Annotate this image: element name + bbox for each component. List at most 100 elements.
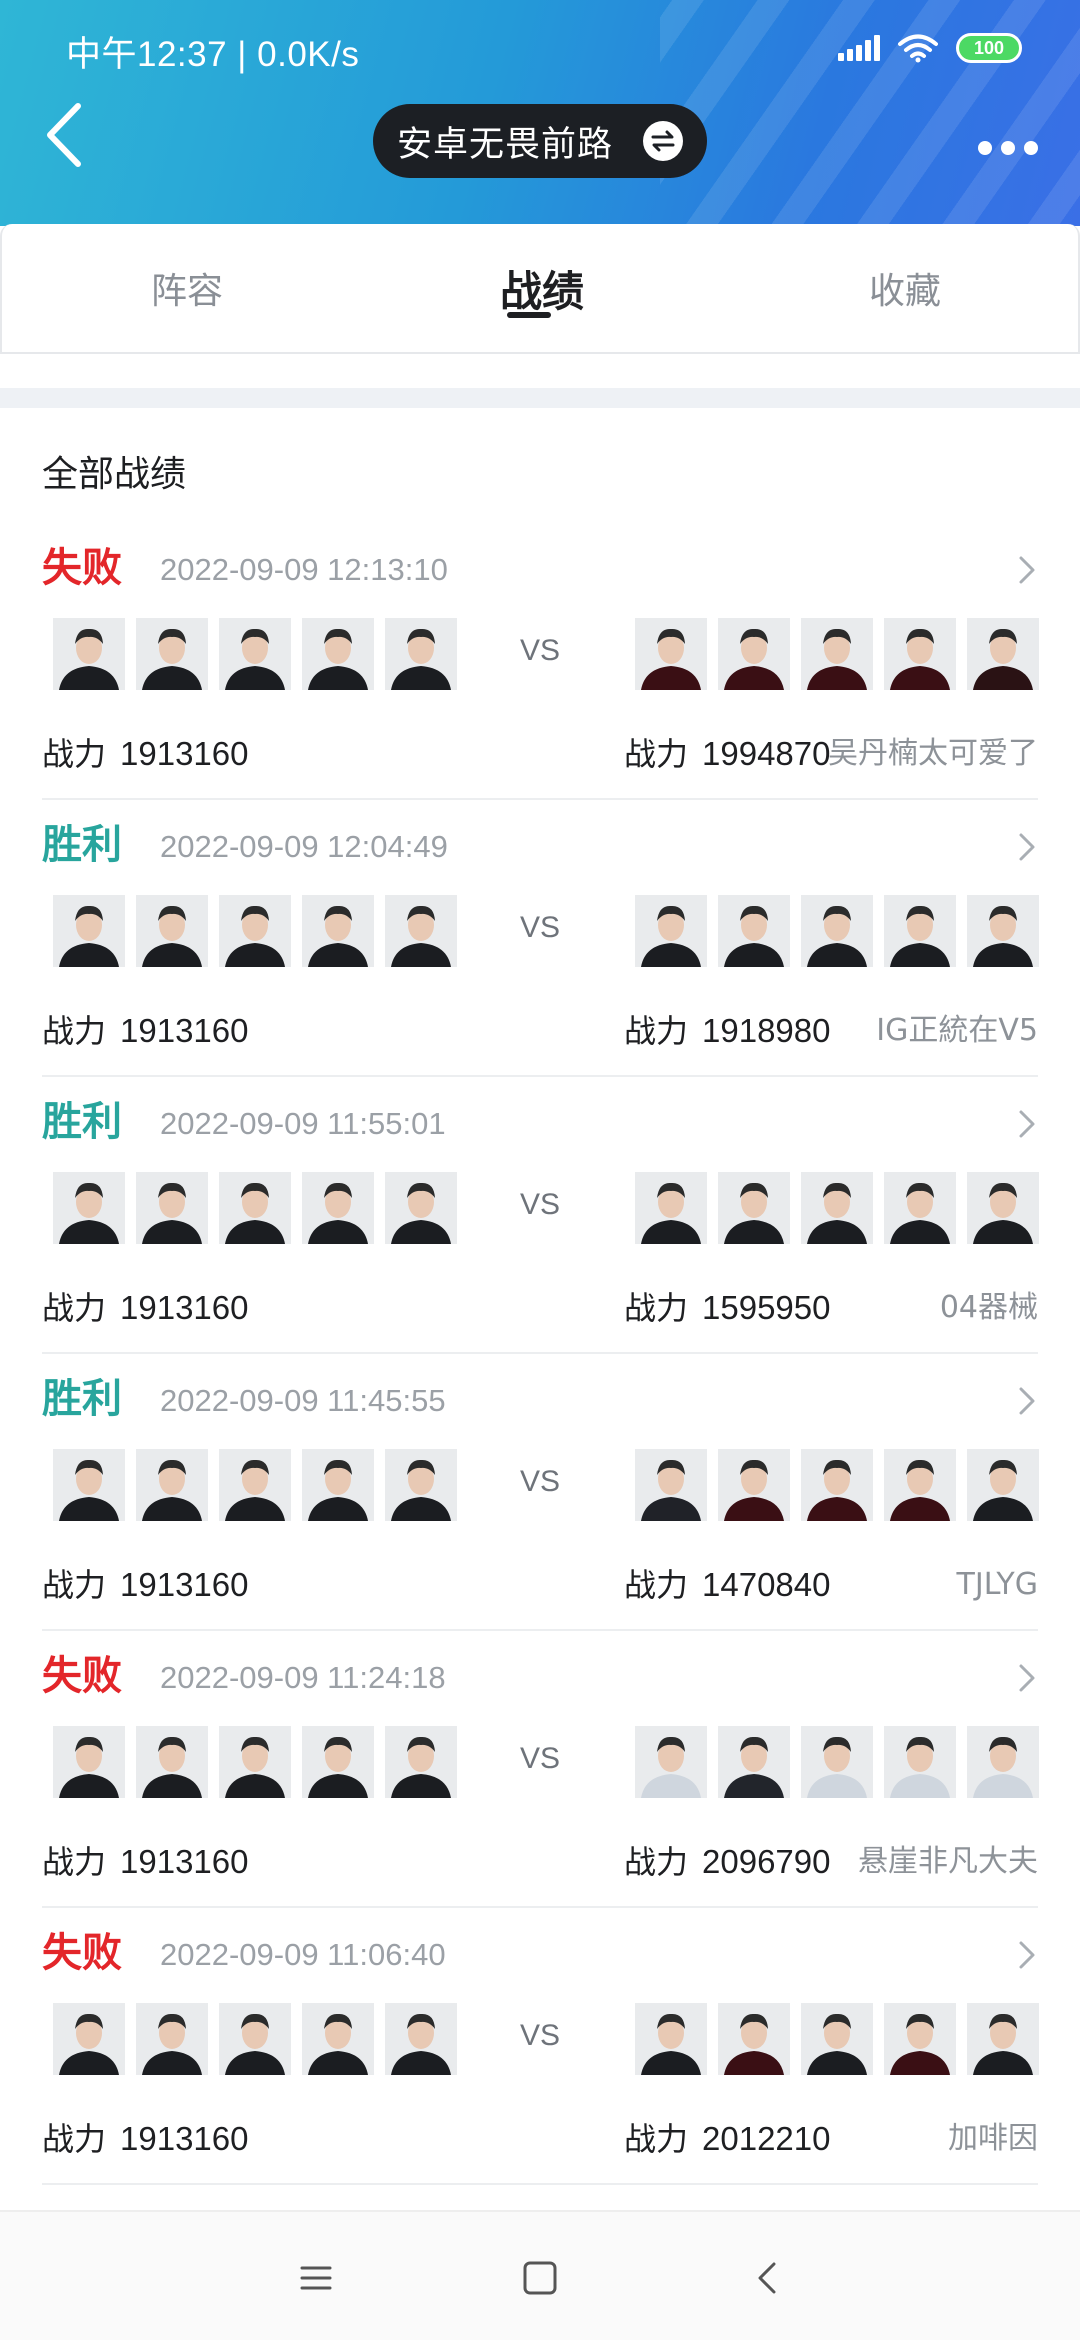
chevron-right-icon[interactable] [1016, 1108, 1038, 1140]
player-avatar [219, 895, 291, 967]
row-divider [42, 1075, 1038, 1077]
opponent-team-avatars [635, 895, 1039, 967]
match-result: 胜利 [42, 1099, 122, 1145]
tab-lineup[interactable]: 阵容 [62, 224, 312, 352]
opponent-name: 加啡因 [948, 2121, 1038, 2156]
match-result: 失败 [42, 1653, 122, 1699]
power-label: 战力 [42, 735, 107, 773]
app-header: 中午12:37 | 0.0K/s 100 安卓无畏前路 [0, 0, 1080, 226]
match-result: 失败 [42, 545, 122, 591]
back-icon[interactable] [748, 2258, 788, 2298]
power-label: 战力 [42, 1289, 107, 1327]
player-avatar [884, 1172, 956, 1244]
match-result: 失败 [42, 1930, 122, 1976]
row-divider [42, 1352, 1038, 1354]
match-row[interactable]: 失败 2022-09-09 11:06:40 VS 战力 1913160 战力 … [0, 1925, 1080, 2202]
player-avatar [718, 895, 790, 967]
power-label: 战力 [624, 2120, 689, 2158]
match-row[interactable]: 失败 2022-09-09 11:24:18 VS 战力 1913160 战力 … [0, 1648, 1080, 1925]
player-avatar [967, 895, 1039, 967]
vs-label: VS [520, 1742, 561, 1775]
my-power-value: 1913160 [120, 1289, 249, 1326]
player-avatar [302, 2003, 374, 2075]
opponent-power-value: 1595950 [702, 1289, 831, 1326]
more-menu-icon[interactable] [978, 140, 1038, 156]
player-avatar [801, 618, 873, 690]
player-avatar [53, 1449, 125, 1521]
match-datetime: 2022-09-09 12:04:49 [160, 829, 448, 864]
player-avatar [219, 2003, 291, 2075]
match-row[interactable]: 胜利 2022-09-09 11:45:55 VS 战力 1913160 战力 … [0, 1371, 1080, 1648]
match-datetime: 2022-09-09 11:45:55 [160, 1383, 446, 1418]
player-avatar [635, 2003, 707, 2075]
opponent-power: 战力 1595950 [624, 1286, 831, 1330]
row-divider [42, 798, 1038, 800]
match-result: 胜利 [42, 1376, 122, 1422]
my-power: 战力 1913160 [42, 1840, 249, 1884]
player-avatar [53, 1726, 125, 1798]
player-avatar [635, 1172, 707, 1244]
home-icon[interactable] [520, 2258, 560, 2298]
chevron-right-icon[interactable] [1016, 831, 1038, 863]
back-arrow-icon[interactable] [40, 100, 90, 170]
player-avatar [219, 618, 291, 690]
opponent-name: TJLYG [956, 1567, 1038, 1602]
my-team-avatars [53, 618, 457, 690]
my-power: 战力 1913160 [42, 1563, 249, 1607]
chevron-right-icon[interactable] [1016, 1939, 1038, 1971]
opponent-name: IG正統在V5 [876, 1013, 1038, 1048]
opponent-power-value: 2096790 [702, 1843, 831, 1880]
player-avatar [801, 1172, 873, 1244]
chevron-right-icon[interactable] [1016, 554, 1038, 586]
opponent-name: 吴丹楠太可爱了 [828, 736, 1038, 771]
player-avatar [884, 1449, 956, 1521]
player-avatar [53, 895, 125, 967]
chevron-right-icon[interactable] [1016, 1385, 1038, 1417]
opponent-power-value: 1994870 [702, 735, 831, 772]
match-row[interactable]: 胜利 2022-09-09 11:55:01 VS 战力 1913160 战力 … [0, 1094, 1080, 1371]
status-icons: 100 [838, 30, 1022, 66]
player-avatar [302, 1726, 374, 1798]
tab-favorites[interactable]: 收藏 [780, 224, 1030, 352]
player-avatar [219, 1449, 291, 1521]
player-avatar [718, 1172, 790, 1244]
player-avatar [967, 618, 1039, 690]
my-team-avatars [53, 1726, 457, 1798]
tab-active-indicator [507, 312, 551, 318]
match-row[interactable]: 胜利 2022-09-09 12:04:49 VS 战力 1913160 战力 … [0, 817, 1080, 1094]
player-avatar [53, 618, 125, 690]
my-team-avatars [53, 895, 457, 967]
match-datetime: 2022-09-09 11:55:01 [160, 1106, 446, 1141]
opponent-name: 04器械 [939, 1290, 1038, 1325]
chevron-right-icon[interactable] [1016, 1662, 1038, 1694]
opponent-team-avatars [635, 2003, 1039, 2075]
opponent-power: 战力 2012210 [624, 2117, 831, 2161]
match-row[interactable]: 失败 2022-09-09 12:13:10 VS 战力 1913160 战力 … [0, 540, 1080, 817]
my-power: 战力 1913160 [42, 1009, 249, 1053]
vs-label: VS [520, 634, 561, 667]
player-avatar [385, 1172, 457, 1244]
vs-label: VS [520, 911, 561, 944]
system-nav-bar [0, 2210, 1080, 2340]
player-avatar [302, 618, 374, 690]
player-avatar [136, 1172, 208, 1244]
my-team-avatars [53, 1172, 457, 1244]
row-divider [42, 1629, 1038, 1631]
tab-match-record[interactable]: 战绩 [417, 224, 667, 352]
power-label: 战力 [42, 1843, 107, 1881]
match-datetime: 2022-09-09 12:13:10 [160, 552, 448, 587]
menu-icon[interactable] [296, 2258, 336, 2298]
account-switcher[interactable]: 安卓无畏前路 [373, 104, 707, 178]
opponent-power: 战力 2096790 [624, 1840, 831, 1884]
opponent-power: 战力 1470840 [624, 1563, 831, 1607]
opponent-power-value: 1470840 [702, 1566, 831, 1603]
my-power-value: 1913160 [120, 1012, 249, 1049]
player-avatar [385, 895, 457, 967]
opponent-team-avatars [635, 618, 1039, 690]
section-title: 全部战绩 [42, 454, 187, 495]
player-avatar [801, 895, 873, 967]
player-avatar [635, 1726, 707, 1798]
swap-icon [643, 121, 683, 161]
player-avatar [302, 1449, 374, 1521]
opponent-power: 战力 1994870 [624, 732, 831, 776]
